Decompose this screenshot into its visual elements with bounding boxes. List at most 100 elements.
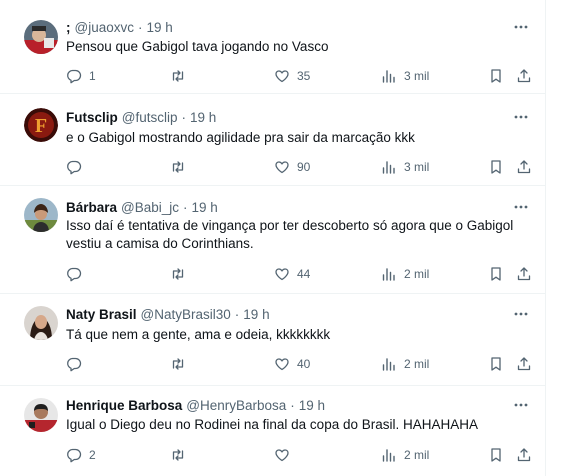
retweet-button[interactable] (170, 445, 193, 465)
tweet-actions: 1 35 3 mil (66, 66, 536, 86)
retweet-button[interactable] (170, 354, 193, 374)
timestamp[interactable]: 19 h (190, 110, 216, 125)
tweet-item[interactable]: Naty Brasil @NatyBrasil30 · 19 h Tá que … (0, 294, 546, 386)
like-button[interactable]: 40 (274, 354, 310, 374)
like-count: 35 (297, 69, 311, 83)
reply-button[interactable] (66, 354, 89, 374)
avatar[interactable]: F (24, 108, 58, 142)
user-handle[interactable]: @juaoxvc (75, 20, 134, 35)
share-button[interactable] (516, 445, 532, 465)
bookmark-button[interactable] (488, 264, 504, 284)
tweet-text-line: e o Gabigol mostrando agilidade pra sair… (66, 130, 415, 145)
tweet-actions: 2 2 mil (66, 445, 536, 465)
tweet-text: Isso daí é tentativa de vingança por ter… (66, 217, 536, 253)
bookmark-icon (488, 447, 504, 463)
display-name[interactable]: Naty Brasil (66, 307, 137, 322)
heart-icon (274, 447, 290, 463)
retweet-button[interactable] (170, 264, 193, 284)
avatar[interactable] (24, 198, 58, 232)
share-button[interactable] (516, 264, 532, 284)
separator-dot: · (137, 19, 143, 35)
views-button[interactable]: 2 mil (381, 264, 429, 284)
like-button[interactable] (274, 445, 297, 465)
like-count: 90 (297, 160, 311, 174)
share-icon (516, 159, 532, 175)
user-handle[interactable]: @Babi_jc (121, 200, 179, 215)
more-options-icon[interactable] (513, 109, 529, 125)
bookmark-button[interactable] (488, 354, 504, 374)
retweet-icon (170, 356, 186, 372)
timestamp[interactable]: 19 h (146, 20, 172, 35)
tweet-text: Tá que nem a gente, ama e odeia, kkkkkkk… (66, 326, 536, 344)
like-button[interactable]: 44 (274, 264, 310, 284)
more-options-icon[interactable] (513, 306, 529, 322)
reply-button[interactable] (66, 264, 89, 284)
tweet-item[interactable]: ; @juaoxvc · 19 h Pensou que Gabigol tav… (0, 0, 546, 94)
views-chart-icon (381, 447, 397, 463)
timestamp[interactable]: 19 h (299, 398, 325, 413)
like-count: 44 (297, 267, 311, 281)
display-name[interactable]: ; (66, 20, 71, 35)
bookmark-button[interactable] (488, 445, 504, 465)
bookmark-button[interactable] (488, 66, 504, 86)
like-button[interactable]: 35 (274, 66, 310, 86)
tweet-item[interactable]: F Futsclip @futsclip · 19 h e o Gabigol … (0, 94, 546, 186)
user-handle[interactable]: @NatyBrasil30 (141, 307, 231, 322)
like-count: 40 (297, 357, 311, 371)
reply-count: 2 (89, 448, 96, 462)
avatar[interactable] (24, 306, 58, 340)
tweet-item[interactable]: Bárbara @Babi_jc · 19 h Isso daí é tenta… (0, 186, 546, 294)
bookmark-button[interactable] (488, 157, 504, 177)
views-button[interactable]: 3 mil (381, 157, 429, 177)
heart-icon (274, 68, 290, 84)
more-options-icon[interactable] (513, 199, 529, 215)
share-button[interactable] (516, 66, 532, 86)
separator-dot: · (290, 397, 295, 413)
tweet-header: Naty Brasil @NatyBrasil30 · 19 h (66, 304, 270, 324)
bookmark-icon (488, 68, 504, 84)
avatar[interactable] (24, 20, 58, 54)
share-button[interactable] (516, 157, 532, 177)
user-handle[interactable]: @HenryBarbosa (186, 398, 286, 413)
retweet-icon (170, 266, 186, 282)
display-name[interactable]: Bárbara (66, 200, 117, 215)
tweet-header: Henrique Barbosa @HenryBarbosa · 19 h (66, 395, 325, 415)
tweet-item[interactable]: Henrique Barbosa @HenryBarbosa · 19 h Ig… (0, 386, 546, 476)
retweet-icon (170, 159, 186, 175)
tweet-text-line: Tá que nem a gente, ama e odeia, kkkkkkk… (66, 327, 331, 342)
reply-icon (66, 266, 82, 282)
like-button[interactable]: 90 (274, 157, 310, 177)
views-button[interactable]: 3 mil (381, 66, 429, 86)
display-name[interactable]: Henrique Barbosa (66, 398, 182, 413)
separator-dot: · (181, 109, 187, 125)
views-button[interactable]: 2 mil (381, 354, 429, 374)
tweet-text: Pensou que Gabigol tava jogando no Vasco (66, 38, 536, 56)
views-button[interactable]: 2 mil (381, 445, 429, 465)
user-handle[interactable]: @futsclip (122, 110, 178, 125)
avatar[interactable] (24, 398, 58, 432)
reply-button[interactable]: 1 (66, 66, 96, 86)
tweet-header: Bárbara @Babi_jc · 19 h (66, 197, 218, 217)
timestamp[interactable]: 19 h (243, 307, 269, 322)
tweet-actions: 44 2 mil (66, 264, 536, 284)
share-button[interactable] (516, 354, 532, 374)
timestamp[interactable]: 19 h (192, 200, 218, 215)
retweet-button[interactable] (170, 66, 193, 86)
reply-button[interactable] (66, 157, 89, 177)
reply-icon (66, 68, 82, 84)
tweet-text-line: Isso daí é tentativa de vingança por ter… (66, 218, 514, 233)
bookmark-icon (488, 266, 504, 282)
tweet-actions: 90 3 mil (66, 157, 536, 177)
svg-text:F: F (35, 115, 47, 137)
retweet-button[interactable] (170, 157, 193, 177)
view-count: 3 mil (404, 69, 430, 83)
separator-dot: · (234, 306, 240, 322)
share-icon (516, 68, 532, 84)
more-options-icon[interactable] (513, 397, 529, 413)
views-chart-icon (381, 159, 397, 175)
more-options-icon[interactable] (513, 19, 529, 35)
reply-button[interactable]: 2 (66, 445, 96, 465)
heart-icon (274, 266, 290, 282)
display-name[interactable]: Futsclip (66, 110, 118, 125)
share-icon (516, 356, 532, 372)
